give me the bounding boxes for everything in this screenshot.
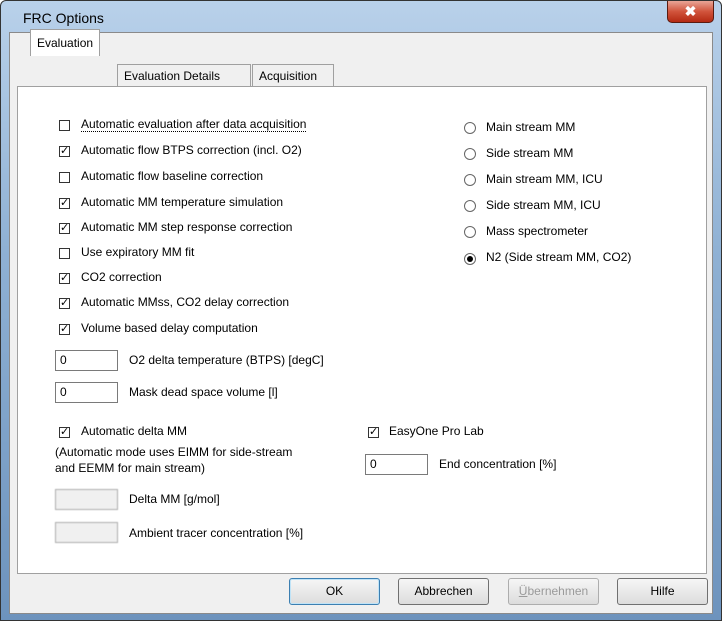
radio-main-stream-mm[interactable] xyxy=(464,122,476,134)
checkbox-baseline-correction[interactable] xyxy=(59,172,70,183)
radio-label-side-stream-mm-icu: Side stream MM, ICU xyxy=(486,198,601,212)
close-button[interactable]: ✖ xyxy=(667,1,714,23)
checkbox-btps-correction[interactable]: ✓ xyxy=(59,146,70,157)
checkbox-label-mmss-delay: Automatic MMss, CO2 delay correction xyxy=(81,295,290,309)
window-title: FRC Options xyxy=(23,10,104,26)
ambient-tracer-label: Ambient tracer concentration [%] xyxy=(129,526,304,540)
checkbox-label-mm-step-response: Automatic MM step response correction xyxy=(81,220,293,234)
checkbox-label-easyone-pro-lab: EasyOne Pro Lab xyxy=(389,424,484,438)
checkbox-mmss-delay[interactable]: ✓ xyxy=(59,298,70,309)
radio-mass-spectrometer[interactable] xyxy=(464,226,476,238)
checkbox-auto-evaluation[interactable] xyxy=(59,120,70,131)
o2-delta-temperature-input[interactable]: 0 xyxy=(55,350,118,371)
ambient-tracer-input xyxy=(55,522,118,543)
checkbox-label-automatic-delta-mm: Automatic delta MM xyxy=(81,424,188,438)
checkbox-label-btps-correction: Automatic flow BTPS correction (incl. O2… xyxy=(81,143,302,157)
automatic-mode-note-line2: and EEMM for main stream) xyxy=(55,461,206,475)
end-concentration-label: End concentration [%] xyxy=(439,457,557,471)
checkbox-co2-correction[interactable]: ✓ xyxy=(59,273,70,284)
checkbox-mm-temperature[interactable]: ✓ xyxy=(59,198,70,209)
delta-mm-label: Delta MM [g/mol] xyxy=(129,492,220,506)
checkbox-volume-delay[interactable]: ✓ xyxy=(59,324,70,335)
mask-dead-space-input[interactable]: 0 xyxy=(55,382,118,403)
close-icon: ✖ xyxy=(684,3,697,19)
cancel-button[interactable]: Abbrechen xyxy=(398,578,489,605)
tab-evaluation-details[interactable]: Evaluation Details xyxy=(117,64,251,86)
radio-side-stream-mm[interactable] xyxy=(464,148,476,160)
apply-button[interactable]: Übernehmen xyxy=(508,578,599,605)
tab-label: Evaluation Details xyxy=(124,69,221,83)
help-button[interactable]: Hilfe xyxy=(617,578,708,605)
checkbox-expiratory-fit[interactable] xyxy=(59,248,70,259)
radio-label-side-stream-mm: Side stream MM xyxy=(486,146,574,160)
automatic-mode-note-line1: (Automatic mode uses EIMM for side-strea… xyxy=(55,445,293,459)
radio-n2-side-stream[interactable] xyxy=(464,253,476,265)
radio-side-stream-mm-icu[interactable] xyxy=(464,200,476,212)
checkbox-label-expiratory-fit: Use expiratory MM fit xyxy=(81,245,195,259)
checkbox-mm-step-response[interactable]: ✓ xyxy=(59,223,70,234)
title-bar[interactable]: FRC Options ✖ xyxy=(1,1,721,33)
radio-label-mass-spectrometer: Mass spectrometer xyxy=(486,224,589,238)
radio-label-main-stream-mm-icu: Main stream MM, ICU xyxy=(486,172,603,186)
radio-label-n2-side-stream: N2 (Side stream MM, CO2) xyxy=(486,250,632,264)
o2-delta-temperature-label: O2 delta temperature (BTPS) [degC] xyxy=(129,353,324,367)
apply-label-rest: bernehmen xyxy=(527,584,589,598)
radio-label-main-stream-mm: Main stream MM xyxy=(486,120,576,134)
checkbox-label-mm-temperature: Automatic MM temperature simulation xyxy=(81,195,284,209)
end-concentration-input[interactable]: 0 xyxy=(365,454,428,475)
checkbox-label-volume-delay: Volume based delay computation xyxy=(81,321,258,335)
checkbox-label-co2-correction: CO2 correction xyxy=(81,270,162,284)
tab-label: Acquisition xyxy=(259,69,318,83)
radio-main-stream-mm-icu[interactable] xyxy=(464,174,476,186)
checkbox-automatic-delta-mm[interactable]: ✓ xyxy=(59,427,70,438)
checkbox-label-baseline-correction: Automatic flow baseline correction xyxy=(81,169,264,183)
mask-dead-space-label: Mask dead space volume [l] xyxy=(129,385,278,399)
checkbox-label-auto-evaluation: Automatic evaluation after data acquisit… xyxy=(81,117,307,132)
tab-evaluation[interactable]: Evaluation xyxy=(30,29,101,56)
delta-mm-input xyxy=(55,489,118,510)
tab-acquisition[interactable]: Acquisition xyxy=(252,64,334,86)
ok-button[interactable]: OK xyxy=(289,578,380,605)
checkbox-easyone-pro-lab[interactable]: ✓ xyxy=(368,427,379,438)
tab-label: Evaluation xyxy=(37,36,94,50)
